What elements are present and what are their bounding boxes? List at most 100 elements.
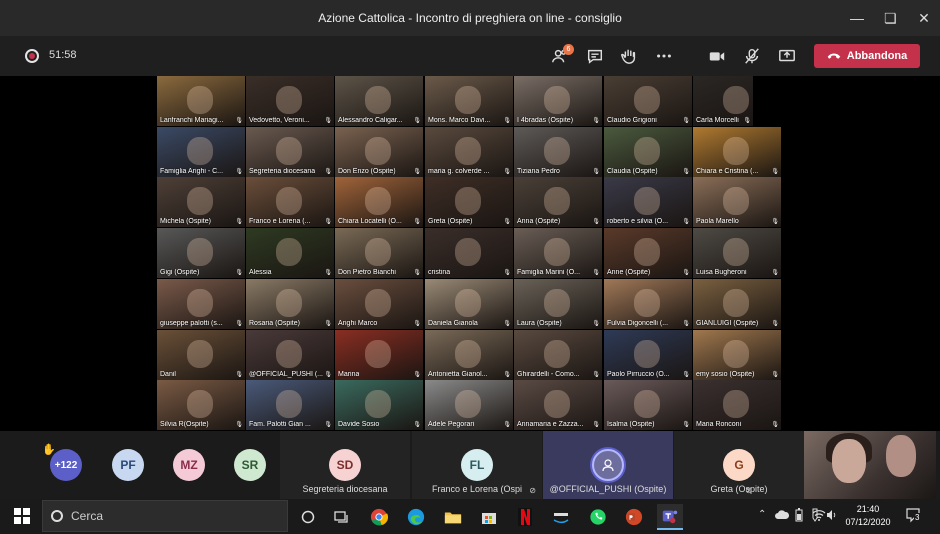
participant-tile[interactable]: Luisa Bugheroni 🎙 [693, 228, 781, 278]
participant-tile[interactable]: Silvia R(Ospite) 🎙 [157, 380, 245, 430]
participant-tile[interactable]: Antonietta Gianol... 🎙 [425, 330, 513, 380]
participant-tile[interactable]: Anne (Ospite) 🎙 [604, 228, 692, 278]
participant-tile[interactable]: Daniela Gianola 🎙 [425, 279, 513, 329]
system-clock[interactable]: 21:40 07/12/2020 [838, 503, 898, 529]
mic-icon: 🎙 [592, 422, 600, 428]
edge-icon[interactable] [403, 504, 429, 530]
participant-tile[interactable]: I 4bradas (Ospite) 🎙 [514, 76, 602, 126]
participant-tile[interactable]: Vedovetto, Veroni... 🎙 [246, 76, 334, 126]
tray-chevron-icon[interactable]: ⌃ [758, 509, 766, 520]
raise-hand-icon[interactable] [618, 45, 640, 67]
participant-tile[interactable]: Adele Pegorari 🎙 [425, 380, 513, 430]
participant-tile[interactable]: Famiglia Marini (O... 🎙 [514, 228, 602, 278]
participant-tile[interactable]: Chiara Locatelli (O... 🎙 [335, 177, 423, 227]
onedrive-icon[interactable] [775, 510, 789, 520]
task-view-icon[interactable] [295, 504, 321, 530]
participant-tile[interactable]: Alessandro Caligar... 🎙 [335, 76, 423, 126]
battery-icon[interactable] [795, 508, 803, 522]
participant-tile[interactable]: Davide Sosio 🎙 [335, 380, 423, 430]
more-options-icon[interactable] [653, 45, 675, 67]
participant-tile[interactable]: Maria Ronconi 🎙 [693, 380, 781, 430]
participant-tile[interactable]: GIANLUIGI (Ospite) 🎙 [693, 279, 781, 329]
participant-tile[interactable]: Annamaria e Zazza... 🎙 [514, 380, 602, 430]
participant-tile[interactable]: Gigi (Ospite) 🎙 [157, 228, 245, 278]
participant-tile[interactable]: Michela (Ospite) 🎙 [157, 177, 245, 227]
participant-tile[interactable]: cristina 🎙 [425, 228, 513, 278]
widgets-icon[interactable] [328, 504, 354, 530]
mic-muted-icon[interactable] [741, 45, 763, 67]
mic-icon: 🎙 [324, 321, 332, 327]
featured-participant[interactable]: FL Franco e Lorena (Ospi ⊘ [412, 431, 542, 499]
restore-icon[interactable]: ❏ [884, 10, 897, 27]
featured-participant[interactable]: G Greta (Ospite) ⊘ [674, 431, 804, 499]
participant-tile[interactable]: Tiziana Pedro 🎙 [514, 127, 602, 177]
participant-tile[interactable]: maria g. colverde ... 🎙 [425, 127, 513, 177]
participant-video [365, 187, 391, 215]
participant-tile[interactable]: Segreteria diocesana 🎙 [246, 127, 334, 177]
participant-tile[interactable]: @OFFICIAL_PUSHI (... 🎙 [246, 330, 334, 380]
participant-tile[interactable]: Ghirardelli - Como... 🎙 [514, 330, 602, 380]
participant-tile[interactable]: Rosaria (Ospite) 🎙 [246, 279, 334, 329]
leave-button[interactable]: Abbandona [814, 44, 920, 68]
participant-tile[interactable]: Don Enzo (Ospite) 🎙 [335, 127, 423, 177]
windows-start-icon[interactable] [14, 508, 30, 524]
participant-tile[interactable]: Claudia (Ospite) 🎙 [604, 127, 692, 177]
participant-tile[interactable]: Isalma (Ospite) 🎙 [604, 380, 692, 430]
store-icon[interactable] [476, 504, 502, 530]
participant-tile[interactable]: Danil 🎙 [157, 330, 245, 380]
mic-icon: 🎙 [592, 270, 600, 276]
participant-avatar-chip[interactable]: MZ [173, 449, 205, 481]
chrome-icon[interactable] [366, 504, 392, 530]
chat-icon[interactable] [584, 45, 606, 67]
participant-tile[interactable]: Chiara e Cristina (... 🎙 [693, 127, 781, 177]
prime-video-icon[interactable] [548, 504, 574, 530]
participant-tile[interactable]: Laura (Ospite) 🎙 [514, 279, 602, 329]
featured-participant[interactable]: SD Segreteria diocesana [280, 431, 410, 499]
participant-tile[interactable]: Carla Morcelli 🎙 [693, 76, 753, 126]
participant-tile[interactable]: Anna (Ospite) 🎙 [514, 177, 602, 227]
netflix-icon[interactable] [512, 504, 538, 530]
participant-name: Claudia (Ospite) [607, 168, 658, 175]
featured-participant-name: @OFFICIAL_PUSHI (Ospite) [549, 484, 667, 494]
camera-icon[interactable] [706, 45, 728, 67]
participant-tile[interactable]: Paolo Pirruccio (O... 🎙 [604, 330, 692, 380]
participant-avatar-chip[interactable]: PF [112, 449, 144, 481]
participant-name: Anne (Ospite) [607, 269, 651, 276]
participant-video [276, 390, 302, 418]
featured-participant[interactable]: @OFFICIAL_PUSHI (Ospite) [543, 431, 673, 499]
close-icon[interactable]: ✕ [918, 10, 930, 27]
wifi-icon[interactable] [812, 509, 826, 521]
whatsapp-icon[interactable] [585, 504, 611, 530]
share-screen-icon[interactable] [776, 45, 798, 67]
volume-icon[interactable] [826, 509, 838, 521]
taskbar-search[interactable] [42, 500, 288, 532]
participant-name: Vedovetto, Veroni... [249, 117, 310, 124]
participant-tile[interactable]: Don Pietro Bianchi 🎙 [335, 228, 423, 278]
teams-icon[interactable] [657, 504, 683, 530]
participant-tile[interactable]: Fulvia Digoncelli (... 🎙 [604, 279, 692, 329]
participant-tile[interactable]: emy sosio (Ospite) 🎙 [693, 330, 781, 380]
participant-tile[interactable]: Fam. Palotti Gian ... 🎙 [246, 380, 334, 430]
participant-tile[interactable]: Paola Marello 🎙 [693, 177, 781, 227]
participant-tile[interactable]: Arighi Marco 🎙 [335, 279, 423, 329]
participant-avatar-chip[interactable]: SR [234, 449, 266, 481]
file-explorer-icon[interactable] [440, 504, 466, 530]
notification-center-icon[interactable]: 3 [905, 507, 921, 523]
participant-tile[interactable]: Lanfranchi Mariagi... 🎙 [157, 76, 245, 126]
participant-tile[interactable]: roberto e silvia (O... 🎙 [604, 177, 692, 227]
participant-tile[interactable]: Claudio Grigioni 🎙 [604, 76, 692, 126]
participant-video [187, 340, 213, 368]
participant-tile[interactable]: Mons. Marco Davi... 🎙 [425, 76, 513, 126]
powerpoint-icon[interactable] [621, 504, 647, 530]
minimize-icon[interactable]: — [850, 10, 864, 26]
participant-name: Alessandro Caligar... [338, 117, 403, 124]
participant-tile[interactable]: giuseppe palotti (s... 🎙 [157, 279, 245, 329]
participant-tile[interactable]: Alessia 🎙 [246, 228, 334, 278]
mic-icon: 🎙 [503, 270, 511, 276]
participant-tile[interactable]: Marina 🎙 [335, 330, 423, 380]
participant-tile[interactable]: Greta (Ospite) 🎙 [425, 177, 513, 227]
participant-tile[interactable]: Franco e Lorena (... 🎙 [246, 177, 334, 227]
participant-name: Fulvia Digoncelli (... [607, 320, 669, 327]
participant-tile[interactable]: Famiglia Arighi - C... 🎙 [157, 127, 245, 177]
search-input[interactable] [71, 509, 271, 523]
